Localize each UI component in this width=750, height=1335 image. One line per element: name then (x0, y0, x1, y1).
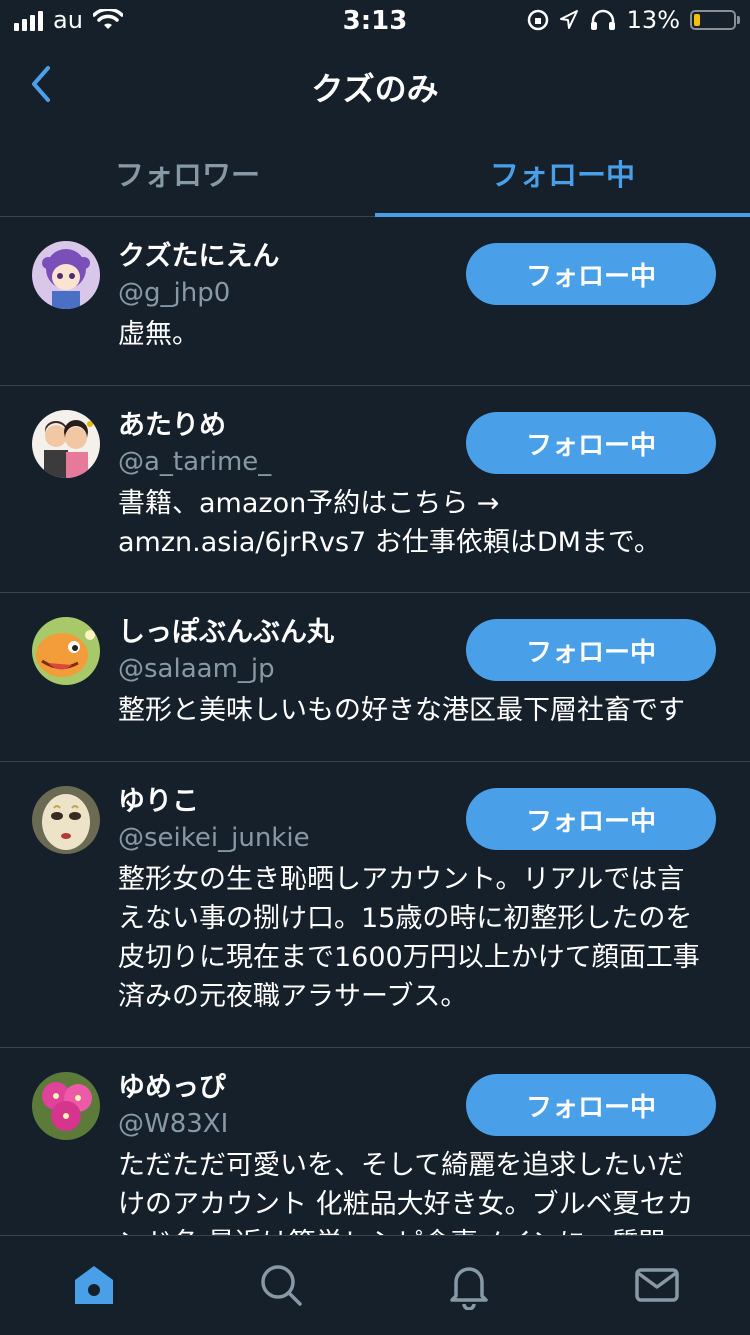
battery-icon (690, 10, 740, 30)
tab-followers[interactable]: フォロワー (0, 130, 375, 216)
user-bio: 書籍、amazon予約はこちら → amzn.asia/6jrRvs7 お仕事依… (118, 488, 661, 558)
user-bio: 整形と美味しいもの好きな港区最下層社畜です (118, 695, 685, 726)
user-bio: ただただ可愛いを、そして綺麗を追求したいだけのアカウント 化粧品大好き女。ブルベ… (118, 1150, 694, 1235)
user-name: ゆめっぴ (118, 1072, 226, 1103)
user-list: フォロー中 クズたにえん @g_jhp0 虚無。 フォロー中 あたりめ @a_t… (0, 217, 750, 1235)
search-tab[interactable] (256, 1260, 306, 1310)
user-bio: 虚無。 (118, 319, 199, 350)
user-name: クズたにえん (118, 241, 280, 272)
user-bio: 整形女の生き恥晒しアカウント。リアルでは言えない事の捌け口。15歳の時に初整形し… (118, 864, 700, 1012)
messages-tab[interactable] (632, 1260, 682, 1310)
headphones-icon (590, 9, 615, 30)
tab-following[interactable]: フォロー中 (375, 130, 750, 217)
list-item[interactable]: フォロー中 あたりめ @a_tarime_ 書籍、amazon予約はこちら → … (0, 386, 750, 593)
page-title: クズのみ (311, 70, 439, 108)
location-icon (559, 10, 578, 29)
list-item[interactable]: フォロー中 ゆりこ @seikei_junkie 整形女の生き恥晒しアカウント。… (0, 762, 750, 1048)
couple-illustration-avatar[interactable] (32, 410, 100, 478)
user-handle: @salaam_jp (118, 654, 275, 684)
notifications-tab[interactable] (444, 1260, 494, 1311)
home-icon (75, 1266, 113, 1304)
user-handle: @a_tarime_ (118, 447, 272, 477)
navigation-bar: クズのみ (0, 40, 750, 130)
user-handle: @seikei_junkie (118, 823, 310, 853)
following-button[interactable]: フォロー中 (466, 243, 716, 305)
following-button[interactable]: フォロー中 (466, 788, 716, 850)
rotation-lock-icon (527, 9, 548, 31)
anime-girl-avatar[interactable] (32, 241, 100, 309)
following-button[interactable]: フォロー中 (466, 1074, 716, 1136)
orange-lizard-avatar[interactable] (32, 617, 100, 685)
bottom-tab-bar (0, 1235, 750, 1335)
user-name: あたりめ (118, 410, 226, 441)
user-name: しっぽぶんぶん丸 (118, 617, 334, 648)
search-icon (261, 1265, 302, 1306)
list-item[interactable]: フォロー中 ゆめっぴ @W83XI ただただ可愛いを、そして綺麗を追求したいだけ… (0, 1048, 750, 1235)
mask-avatar[interactable] (32, 786, 100, 854)
status-bar: au 3:13 13% (0, 0, 750, 40)
list-item[interactable]: フォロー中 クズたにえん @g_jhp0 虚無。 (0, 217, 750, 386)
list-item[interactable]: フォロー中 しっぽぶんぶん丸 @salaam_jp 整形と美味しいもの好きな港区… (0, 593, 750, 762)
user-handle: @W83XI (118, 1109, 229, 1139)
following-button[interactable]: フォロー中 (466, 619, 716, 681)
user-name: ゆりこ (118, 786, 199, 817)
home-tab[interactable] (69, 1260, 119, 1310)
user-handle: @g_jhp0 (118, 278, 231, 308)
segment-tabs: フォロワー フォロー中 (0, 130, 750, 217)
following-button[interactable]: フォロー中 (466, 412, 716, 474)
status-right: 13% (527, 6, 740, 34)
pink-flower-avatar[interactable] (32, 1072, 100, 1140)
battery-percent: 13% (626, 6, 680, 34)
bell-icon (450, 1267, 488, 1311)
mail-icon (635, 1268, 679, 1302)
